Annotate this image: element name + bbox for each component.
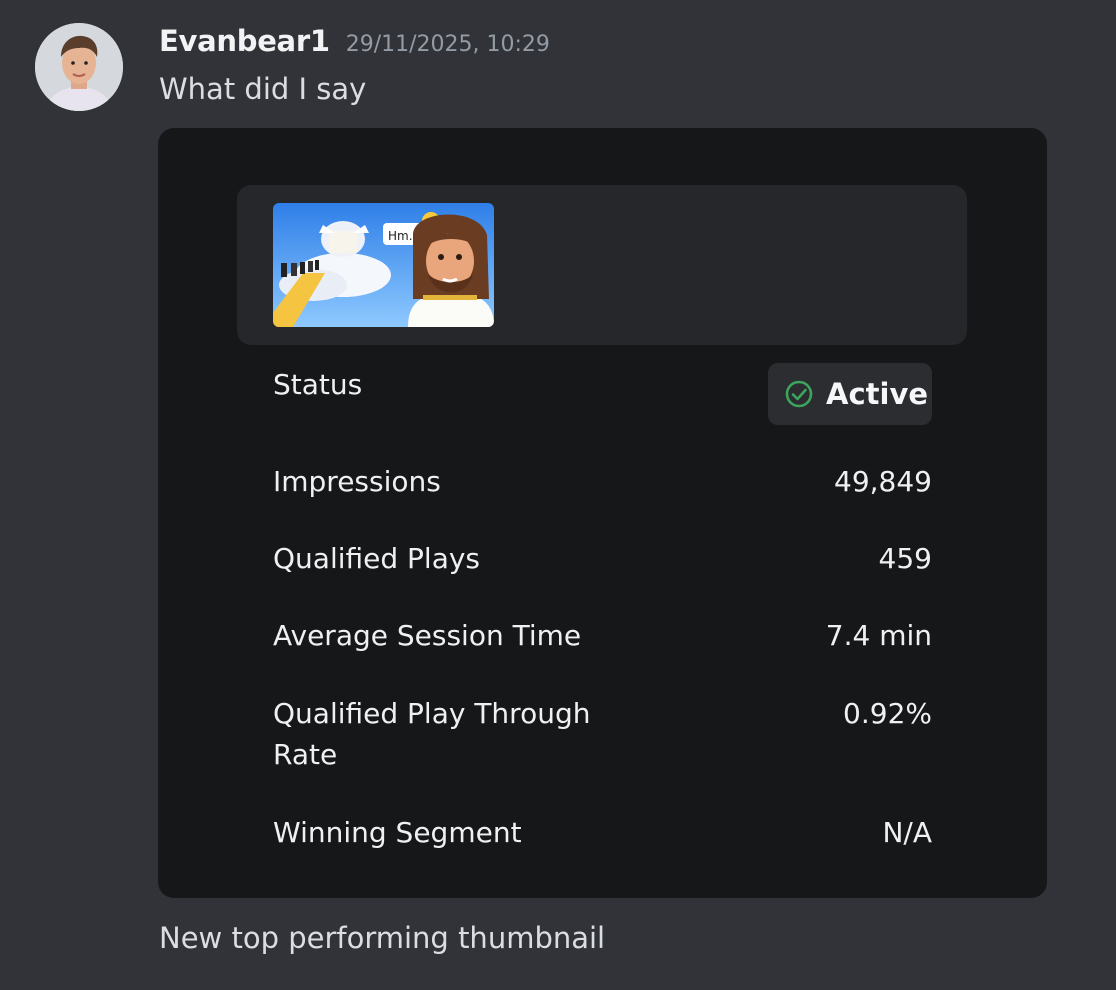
message-header: Evanbear1 29/11/2025, 10:29 xyxy=(159,24,550,64)
chat-message: Evanbear1 29/11/2025, 10:29 What did I s… xyxy=(0,0,1116,990)
thumbnail-image: Hm... xyxy=(273,203,494,327)
avatar[interactable] xyxy=(35,23,123,111)
winning-segment-label: Winning Segment xyxy=(273,816,522,849)
average-session-time-value: 7.4 min xyxy=(825,619,932,652)
attached-screenshot[interactable]: Hm... Status Active Impressions 49,849 Q… xyxy=(158,128,1047,898)
followup-message-text: New top performing thumbnail xyxy=(159,921,606,955)
qualified-plays-label: Qualified Plays xyxy=(273,542,481,575)
qualified-play-through-rate-label-line2: Rate xyxy=(273,738,338,771)
check-circle-icon xyxy=(784,379,814,409)
qualified-plays-value: 459 xyxy=(878,542,932,575)
qualified-play-through-rate-label: Qualified Play Through xyxy=(273,697,591,730)
message-text: What did I say xyxy=(159,72,367,106)
winning-segment-value: N/A xyxy=(882,816,932,849)
timestamp: 29/11/2025, 10:29 xyxy=(345,32,550,57)
qualified-play-through-rate-value: 0.92% xyxy=(843,697,932,730)
status-value: Active xyxy=(826,377,929,411)
status-badge: Active xyxy=(768,363,932,425)
status-label: Status xyxy=(273,368,363,401)
impressions-label: Impressions xyxy=(273,465,441,498)
username[interactable]: Evanbear1 xyxy=(159,24,330,58)
average-session-time-label: Average Session Time xyxy=(273,619,582,652)
impressions-value: 49,849 xyxy=(834,465,932,498)
thumbnail-panel: Hm... xyxy=(237,185,967,345)
